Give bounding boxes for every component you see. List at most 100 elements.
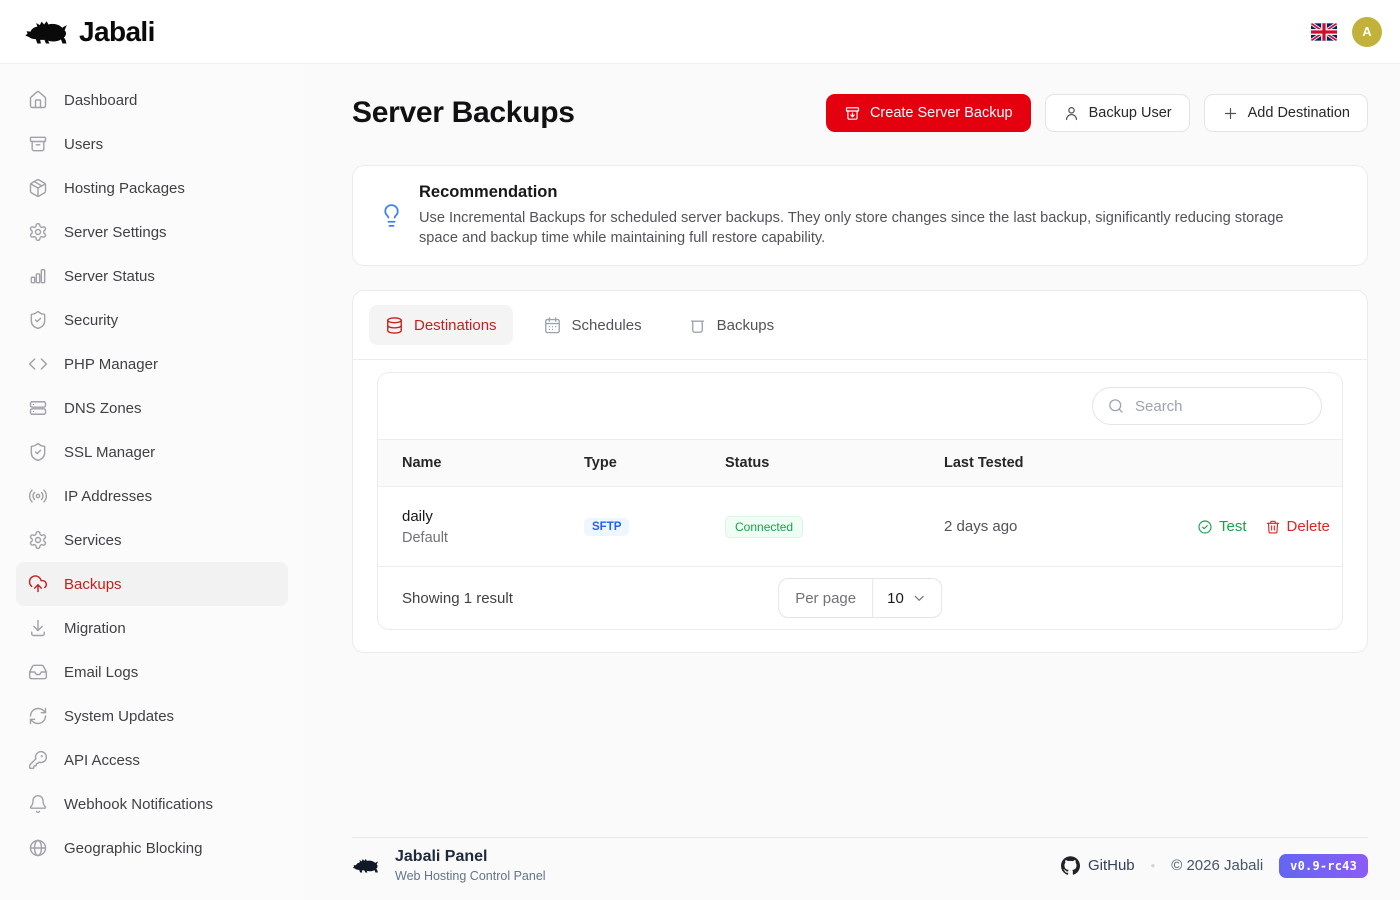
test-button[interactable]: Test bbox=[1197, 518, 1247, 535]
sidebar-item-webhook-notifications[interactable]: Webhook Notifications bbox=[16, 782, 288, 826]
sidebar-item-label: Webhook Notifications bbox=[64, 796, 213, 813]
create-server-backup-button[interactable]: Create Server Backup bbox=[826, 94, 1031, 132]
column-header-name: Name bbox=[402, 455, 584, 471]
plus-icon bbox=[1222, 105, 1239, 122]
sidebar-item-label: Geographic Blocking bbox=[64, 840, 202, 857]
recommendation-title: Recommendation bbox=[419, 183, 1312, 202]
sidebar-item-label: PHP Manager bbox=[64, 356, 158, 373]
shield-check-icon bbox=[28, 310, 48, 330]
footer-meta: GitHub • © 2026 Jabali v0.9-rc43 bbox=[1061, 854, 1368, 878]
cloud-upload-icon bbox=[28, 574, 48, 594]
github-label: GitHub bbox=[1088, 857, 1135, 874]
sidebar-item-label: Security bbox=[64, 312, 118, 329]
refresh-icon bbox=[28, 706, 48, 726]
page-header: Server Backups Create Server Backup Back… bbox=[352, 94, 1368, 132]
add-destination-button[interactable]: Add Destination bbox=[1204, 94, 1368, 132]
sidebar-item-services[interactable]: Services bbox=[16, 518, 288, 562]
status-badge: Connected bbox=[725, 516, 803, 538]
shield-check-icon bbox=[28, 442, 48, 462]
sidebar-item-label: Services bbox=[64, 532, 122, 549]
copyright: © 2026 Jabali bbox=[1171, 857, 1263, 874]
dot-separator: • bbox=[1151, 858, 1156, 873]
brand-name: Jabali bbox=[79, 16, 155, 48]
bar-chart-icon bbox=[28, 266, 48, 286]
sidebar-item-server-status[interactable]: Server Status bbox=[16, 254, 288, 298]
top-bar-right: A bbox=[1311, 17, 1382, 47]
column-header-status: Status bbox=[725, 455, 944, 471]
per-page-select[interactable]: Per page 10 bbox=[778, 578, 942, 618]
sidebar-item-security[interactable]: Security bbox=[16, 298, 288, 342]
sidebar-item-label: Server Settings bbox=[64, 224, 167, 241]
version-badge: v0.9-rc43 bbox=[1279, 854, 1368, 878]
sidebar-item-dns-zones[interactable]: DNS Zones bbox=[16, 386, 288, 430]
sidebar-item-backups[interactable]: Backups bbox=[16, 562, 288, 606]
app-window: Jabali A DashboardUsers Hosting Packages S… bbox=[0, 0, 1400, 900]
github-link[interactable]: GitHub bbox=[1061, 856, 1135, 875]
results-summary: Showing 1 result bbox=[402, 590, 513, 607]
circle-check-icon bbox=[1197, 519, 1213, 535]
radio-icon bbox=[28, 486, 48, 506]
key-icon bbox=[28, 750, 48, 770]
download-icon bbox=[28, 618, 48, 638]
code-icon bbox=[28, 354, 48, 374]
top-bar: Jabali A bbox=[0, 0, 1400, 64]
sidebar-item-label: DNS Zones bbox=[64, 400, 142, 417]
tab-schedules[interactable]: Schedules bbox=[527, 305, 658, 345]
database-icon bbox=[385, 316, 404, 335]
sidebar-item-label: API Access bbox=[64, 752, 140, 769]
boar-icon bbox=[24, 15, 70, 49]
globe-icon bbox=[28, 838, 48, 858]
sidebar-item-label: Hosting Packages bbox=[64, 180, 185, 197]
button-label: Create Server Backup bbox=[870, 105, 1013, 121]
destination-type-cell: SFTP bbox=[584, 517, 725, 536]
table-row: daily Default SFTP Connected 2 days ago … bbox=[378, 487, 1342, 567]
user-avatar[interactable]: A bbox=[1352, 17, 1382, 47]
destination-name-cell: daily Default bbox=[402, 508, 584, 546]
trash-icon bbox=[1265, 519, 1281, 535]
boar-icon bbox=[352, 855, 380, 876]
sidebar-item-geographic-blocking[interactable]: Geographic Blocking bbox=[16, 826, 288, 870]
tab-label: Schedules bbox=[572, 317, 642, 334]
sidebar-item-system-updates[interactable]: System Updates bbox=[16, 694, 288, 738]
search-input[interactable] bbox=[1092, 387, 1322, 425]
bell-icon bbox=[28, 794, 48, 814]
table-toolbar bbox=[378, 373, 1342, 439]
action-label: Test bbox=[1219, 518, 1247, 535]
sidebar-item-label: Migration bbox=[64, 620, 126, 637]
search-box bbox=[1092, 387, 1322, 425]
uk-flag-icon[interactable] bbox=[1311, 23, 1337, 41]
sidebar-item-server-settings[interactable]: Server Settings bbox=[16, 210, 288, 254]
action-label: Delete bbox=[1287, 518, 1330, 535]
column-header-type: Type bbox=[584, 455, 725, 471]
tab-backups[interactable]: Backups bbox=[672, 305, 791, 345]
gear-icon bbox=[28, 222, 48, 242]
sidebar-item-ssl-manager[interactable]: SSL Manager bbox=[16, 430, 288, 474]
sidebar-item-label: Server Status bbox=[64, 268, 155, 285]
sidebar-nav: DashboardUsers Hosting Packages Server Set… bbox=[0, 64, 304, 900]
sidebar-item-users[interactable]: Users bbox=[16, 122, 288, 166]
sidebar-item-label: System Updates bbox=[64, 708, 174, 725]
tab-bar: Destinations Schedules Backups bbox=[353, 291, 1367, 360]
github-icon bbox=[1061, 856, 1080, 875]
inbox-icon bbox=[28, 662, 48, 682]
delete-button[interactable]: Delete bbox=[1265, 518, 1330, 535]
per-page-label: Per page bbox=[779, 579, 873, 617]
sidebar-item-hosting-packages[interactable]: Hosting Packages bbox=[16, 166, 288, 210]
archive-icon bbox=[28, 134, 48, 154]
page-title: Server Backups bbox=[352, 96, 575, 130]
recommendation-body: Use Incremental Backups for scheduled se… bbox=[419, 208, 1312, 248]
sidebar-item-php-manager[interactable]: PHP Manager bbox=[16, 342, 288, 386]
tab-destinations[interactable]: Destinations bbox=[369, 305, 513, 345]
sidebar-item-ip-addresses[interactable]: IP Addresses bbox=[16, 474, 288, 518]
page-actions: Create Server Backup Backup User Add Des… bbox=[826, 94, 1368, 132]
backup-user-button[interactable]: Backup User bbox=[1045, 94, 1190, 132]
sidebar-item-api-access[interactable]: API Access bbox=[16, 738, 288, 782]
sidebar-item-dashboard[interactable]: Dashboard bbox=[16, 78, 288, 122]
sidebar-item-migration[interactable]: Migration bbox=[16, 606, 288, 650]
destinations-table-card: Name Type Status Last Tested daily Defau… bbox=[377, 372, 1343, 630]
calendar-icon bbox=[543, 316, 562, 335]
sidebar-item-email-logs[interactable]: Email Logs bbox=[16, 650, 288, 694]
package-icon bbox=[28, 178, 48, 198]
app-logo: Jabali bbox=[24, 15, 155, 49]
box-icon bbox=[688, 316, 707, 335]
